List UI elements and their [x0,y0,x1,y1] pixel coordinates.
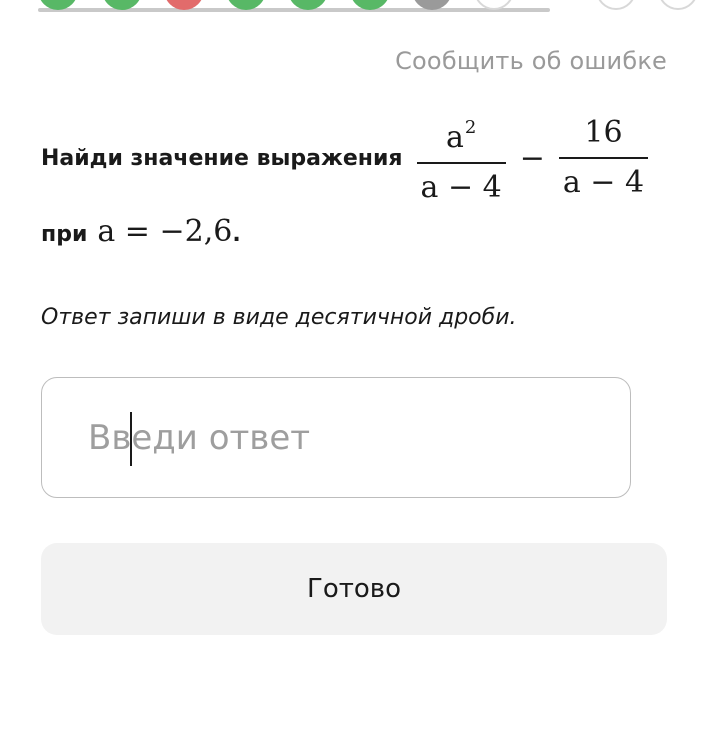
progress-strip [0,0,708,14]
task-line-2: при a = −2,6. [41,214,661,249]
fraction-2-bar [558,157,649,159]
fraction-1-numerator-base: a [445,120,464,155]
task-line-1: Найди значение выражения a2 a − 4 − 16 a… [41,108,661,208]
fraction-1-numerator: a2 [442,108,480,158]
answer-input[interactable] [88,417,630,458]
fraction-1-numerator-exponent: 2 [464,117,477,138]
fraction-1-bar [416,162,506,164]
fraction-2: 16 a − 4 [558,113,649,203]
task-page: Сообщить об ошибке Найди значение выраже… [0,0,708,753]
done-button[interactable]: Готово [41,543,667,635]
answer-hint: Ответ запиши в виде десятичной дроби. [41,305,517,330]
condition-math: a = −2,6 [97,214,233,249]
condition-label: при [41,222,88,247]
task-statement: Найди значение выражения a2 a − 4 − 16 a… [41,108,661,249]
fraction-1: a2 a − 4 [416,108,506,208]
minus-operator: − [519,140,545,176]
report-error-link[interactable]: Сообщить об ошибке [395,47,667,75]
progress-dot-10[interactable] [658,0,698,10]
text-caret [130,412,132,466]
fraction-2-numerator: 16 [584,115,623,150]
condition-period: . [232,222,241,247]
progress-dot-9[interactable] [596,0,636,10]
task-prompt: Найди значение выражения [41,145,403,171]
fraction-1-denominator: a − 4 [420,170,502,205]
answer-field-container[interactable] [41,377,631,498]
fraction-2-denominator: a − 4 [562,165,645,200]
